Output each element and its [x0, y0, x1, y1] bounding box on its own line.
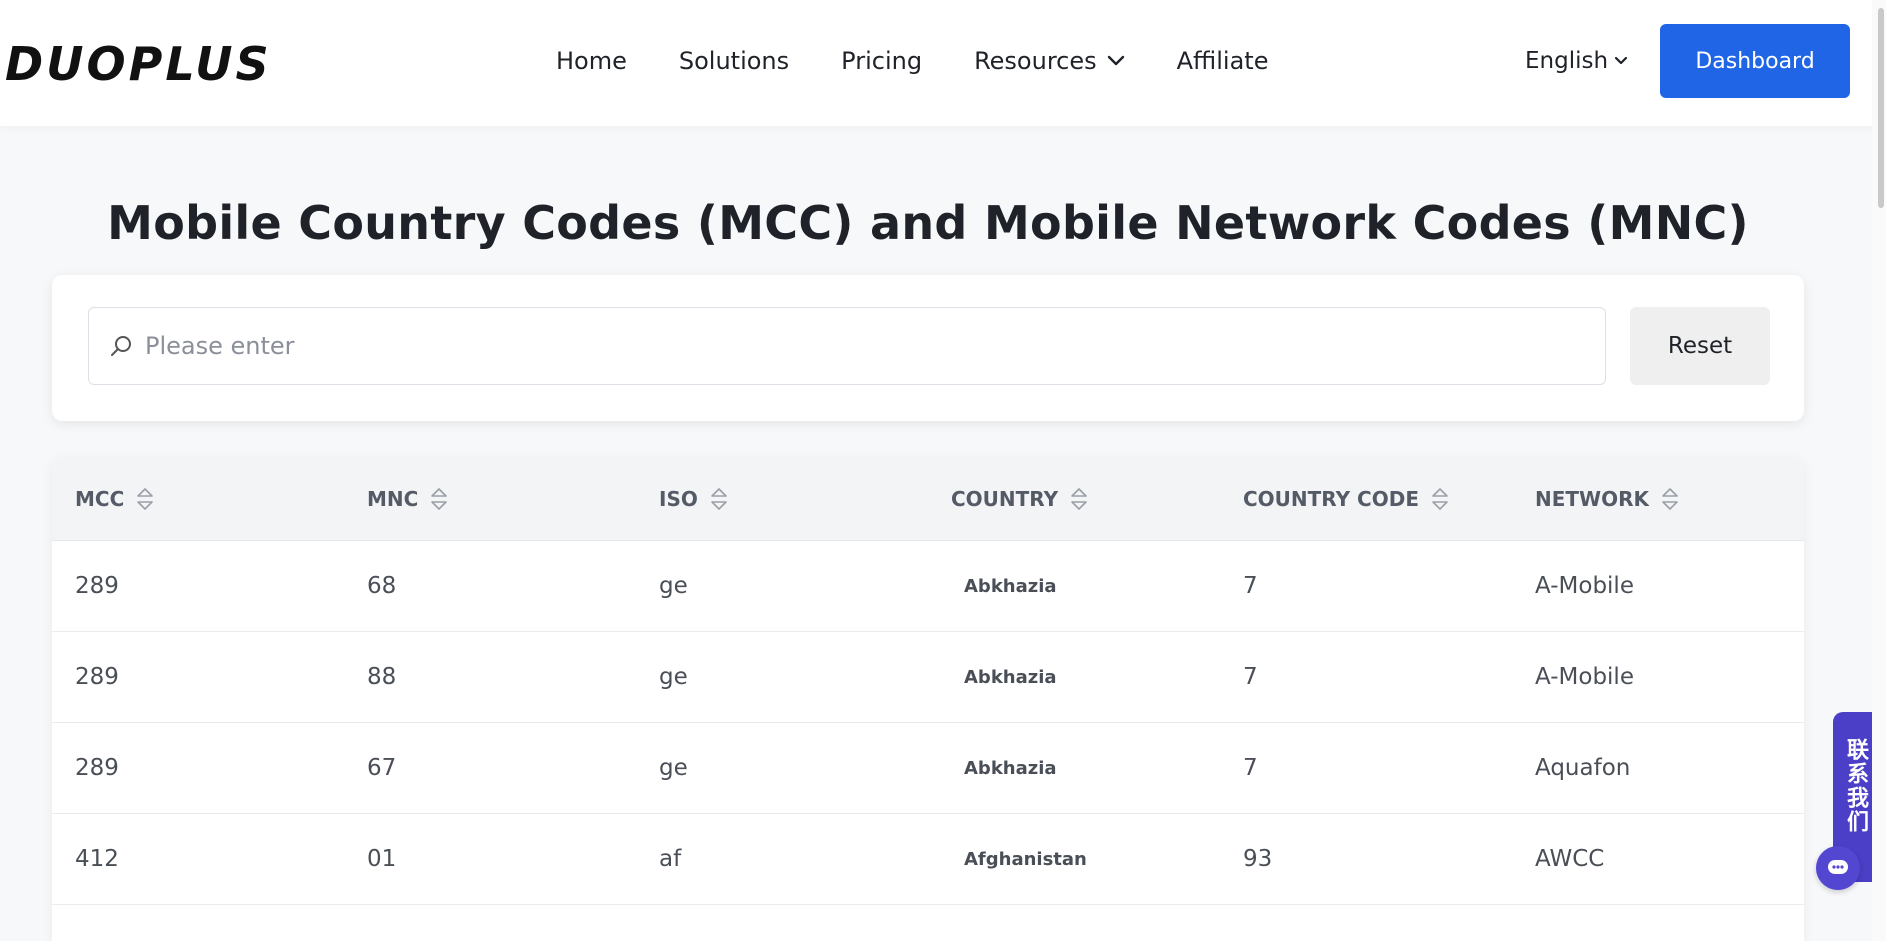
logo-text: DUOPLUS	[5, 37, 272, 91]
column-header-network[interactable]: NETWORK	[1512, 486, 1804, 512]
language-selector[interactable]: English	[1525, 44, 1628, 78]
nav-affiliate[interactable]: Affiliate	[1177, 47, 1269, 75]
search-card: Reset	[52, 275, 1804, 421]
column-header-iso[interactable]: ISO	[636, 486, 928, 512]
cell-iso: ge	[659, 573, 688, 599]
mcc-mnc-table: MCC MNC ISO COUNTRY COUNTRY CODE NETWORK…	[52, 457, 1804, 941]
cell-network: Aquafon	[1535, 755, 1631, 781]
search-input[interactable]	[145, 332, 1545, 360]
cell-country: Abkhazia	[964, 575, 1057, 597]
duoplus-logo[interactable]: DUOPLUS	[5, 37, 272, 91]
cell-iso: ge	[659, 755, 688, 781]
chevron-down-icon	[1107, 55, 1124, 66]
table-row: 289 68 ge Abkhazia 7 A-Mobile	[52, 541, 1804, 632]
column-label: MCC	[75, 486, 125, 511]
column-header-country-code[interactable]: COUNTRY CODE	[1220, 486, 1512, 512]
cell-mcc: 289	[75, 573, 119, 599]
cell-network: A-Mobile	[1535, 573, 1634, 599]
nav-pricing-label: Pricing	[841, 47, 923, 75]
reset-button[interactable]: Reset	[1630, 307, 1770, 385]
sort-icon	[1432, 487, 1448, 510]
nav-pricing[interactable]: Pricing	[841, 47, 922, 75]
sort-icon	[711, 487, 727, 510]
cell-mcc: 412	[75, 846, 119, 872]
page-title: Mobile Country Codes (MCC) and Mobile Ne…	[107, 196, 1749, 250]
table-row: 289 88 ge Abkhazia 7 A-Mobile	[52, 632, 1804, 723]
cell-network: AWCC	[1535, 846, 1605, 872]
cell-mcc: 289	[75, 664, 119, 690]
cell-country-code: 7	[1243, 664, 1258, 690]
cell-iso: af	[659, 846, 682, 872]
cell-mnc: 01	[367, 846, 397, 872]
sort-icon	[137, 487, 154, 510]
chat-icon[interactable]	[1816, 846, 1860, 890]
nav-solutions-label: Solutions	[678, 47, 790, 75]
sort-icon	[431, 487, 448, 510]
cell-country: Abkhazia	[964, 666, 1057, 688]
search-box[interactable]	[88, 307, 1606, 385]
nav-solutions[interactable]: Solutions	[679, 47, 789, 75]
dashboard-button[interactable]: Dashboard	[1660, 24, 1850, 98]
nav-home[interactable]: Home	[556, 47, 627, 75]
column-label: MNC	[367, 486, 419, 511]
cell-mnc: 68	[367, 573, 397, 599]
cell-country: Afghanistan	[964, 848, 1087, 870]
nav-resources[interactable]: Resources	[974, 47, 1125, 75]
cell-iso: ge	[659, 664, 688, 690]
cell-mnc: 67	[367, 755, 397, 781]
table-header: MCC MNC ISO COUNTRY COUNTRY CODE NETWORK	[52, 457, 1804, 541]
nav-affiliate-label: Affiliate	[1176, 47, 1269, 75]
cell-mnc: 88	[367, 664, 397, 690]
cell-country-code: 7	[1243, 573, 1258, 599]
column-label: NETWORK	[1535, 486, 1650, 511]
search-icon	[109, 334, 133, 358]
main-nav: Home Solutions Pricing Resources Affilia…	[556, 44, 1320, 78]
table-row: 412 01 af Afghanistan 93 AWCC	[52, 814, 1804, 905]
column-header-mcc[interactable]: MCC	[52, 486, 344, 512]
sort-icon	[1071, 487, 1087, 510]
cell-mcc: 289	[75, 755, 119, 781]
chevron-down-icon	[1614, 56, 1628, 65]
language-label: English	[1525, 48, 1609, 74]
cell-country: Abkhazia	[964, 757, 1057, 779]
column-label: COUNTRY CODE	[1243, 486, 1419, 511]
nav-home-label: Home	[556, 47, 627, 75]
nav-resources-label: Resources	[974, 47, 1097, 75]
site-header: DUOPLUS Home Solutions Pricing Resources…	[0, 0, 1886, 126]
cell-country-code: 7	[1243, 755, 1258, 781]
contact-us-label: 联系我们	[1843, 738, 1868, 834]
cell-country-code: 93	[1243, 846, 1273, 872]
column-header-mnc[interactable]: MNC	[344, 486, 636, 512]
cell-network: A-Mobile	[1535, 664, 1634, 690]
column-label: COUNTRY	[951, 486, 1059, 511]
table-row: 289 67 ge Abkhazia 7 Aquafon	[52, 723, 1804, 814]
column-header-country[interactable]: COUNTRY	[928, 486, 1220, 512]
scrollbar-thumb[interactable]	[1878, 8, 1884, 208]
column-label: ISO	[659, 486, 698, 511]
sort-icon	[1662, 487, 1678, 510]
